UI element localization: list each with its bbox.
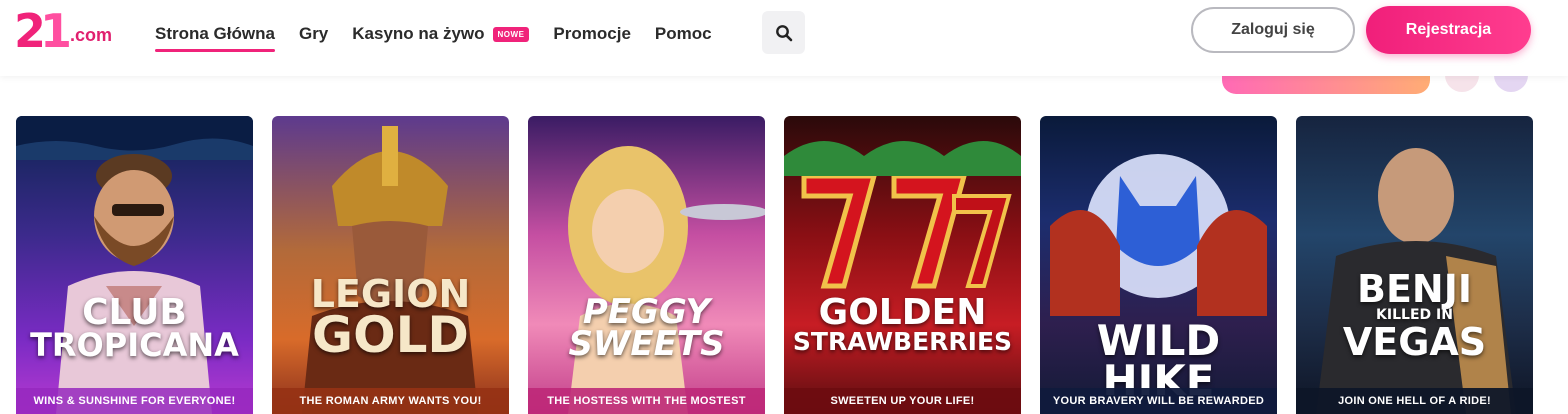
game-title-line: GOLD: [312, 306, 469, 365]
game-tagline: SWEETEN UP YOUR LIFE!: [784, 388, 1021, 414]
game-title: GOLDEN STRAWBERRIES: [784, 292, 1021, 357]
logo-domain: .com: [70, 24, 113, 45]
new-badge: NOWE: [492, 26, 530, 42]
nav-item-live-casino[interactable]: Kasyno na żywo NOWE: [352, 24, 530, 44]
nav-item-games[interactable]: Gry: [299, 24, 328, 44]
login-button[interactable]: Zaloguj się: [1191, 7, 1355, 53]
nav-item-label: Promocje: [553, 24, 631, 43]
register-button[interactable]: Rejestracja: [1366, 6, 1531, 54]
game-title-line: BENJI: [1356, 267, 1472, 311]
logo-mark: 21: [14, 4, 73, 58]
search-icon: [775, 24, 792, 41]
game-title: BENJI KILLED IN VEGAS: [1296, 267, 1533, 365]
search-button[interactable]: [762, 11, 805, 54]
site-logo[interactable]: 21 .com: [14, 4, 113, 58]
game-title-line: STRAWBERRIES: [792, 327, 1013, 357]
game-card-club-tropicana[interactable]: CLUB TROPICANA WINS & SUNSHINE FOR EVERY…: [16, 116, 253, 414]
main-nav: Strona Główna Gry Kasyno na żywo NOWE Pro…: [155, 20, 736, 52]
nav-item-label: Pomoc: [654, 24, 712, 43]
game-tagline: JOIN ONE HELL OF A RIDE!: [1296, 388, 1533, 414]
nav-item-label: Gry: [298, 24, 329, 43]
nav-item-label: Kasyno na żywo: [352, 24, 485, 43]
game-tagline: WINS & SUNSHINE FOR EVERYONE!: [16, 388, 253, 414]
game-title-line: GOLDEN: [818, 292, 987, 333]
game-thumbnail: [528, 116, 765, 414]
game-title-line: VEGAS: [1342, 320, 1487, 365]
game-card-golden-strawberries[interactable]: GOLDEN STRAWBERRIES SWEETEN UP YOUR LIFE…: [784, 116, 1021, 414]
nav-item-promotions[interactable]: Promocje: [553, 24, 630, 44]
game-title-line: SWEETS: [568, 324, 725, 365]
game-title: PEGGY SWEETS: [528, 295, 765, 365]
game-title-line: TROPICANA: [30, 326, 239, 365]
nav-item-help[interactable]: Pomoc: [655, 24, 712, 44]
game-title-line: CLUB: [82, 292, 187, 333]
game-title: CLUB TROPICANA: [16, 292, 253, 365]
top-navigation-bar: 21 .com Strona Główna Gry Kasyno na żywo…: [0, 0, 1568, 76]
nav-item-home[interactable]: Strona Główna: [155, 24, 275, 52]
game-card-wild-hike[interactable]: WILD HIKE YOUR BRAVERY WILL BE REWARDED: [1040, 116, 1277, 414]
game-title: LEGION GOLD: [272, 275, 509, 365]
game-card-legion-gold[interactable]: LEGION GOLD THE ROMAN ARMY WANTS YOU!: [272, 116, 509, 414]
game-thumbnail: [784, 116, 1021, 414]
game-thumbnail: [272, 116, 509, 414]
nav-item-label: Strona Główna: [155, 24, 275, 43]
game-tagline: THE ROMAN ARMY WANTS YOU!: [272, 388, 509, 414]
game-card-benji-killed-in-vegas[interactable]: BENJI KILLED IN VEGAS JOIN ONE HELL OF A…: [1296, 116, 1533, 414]
game-thumbnail: [1296, 116, 1533, 414]
game-card-row: CLUB TROPICANA WINS & SUNSHINE FOR EVERY…: [16, 116, 1533, 414]
game-tagline: THE HOSTESS WITH THE MOSTEST: [528, 388, 765, 414]
game-thumbnail: [16, 116, 253, 414]
game-card-peggy-sweets[interactable]: PEGGY SWEETS THE HOSTESS WITH THE MOSTES…: [528, 116, 765, 414]
game-tagline: YOUR BRAVERY WILL BE REWARDED: [1040, 388, 1277, 414]
